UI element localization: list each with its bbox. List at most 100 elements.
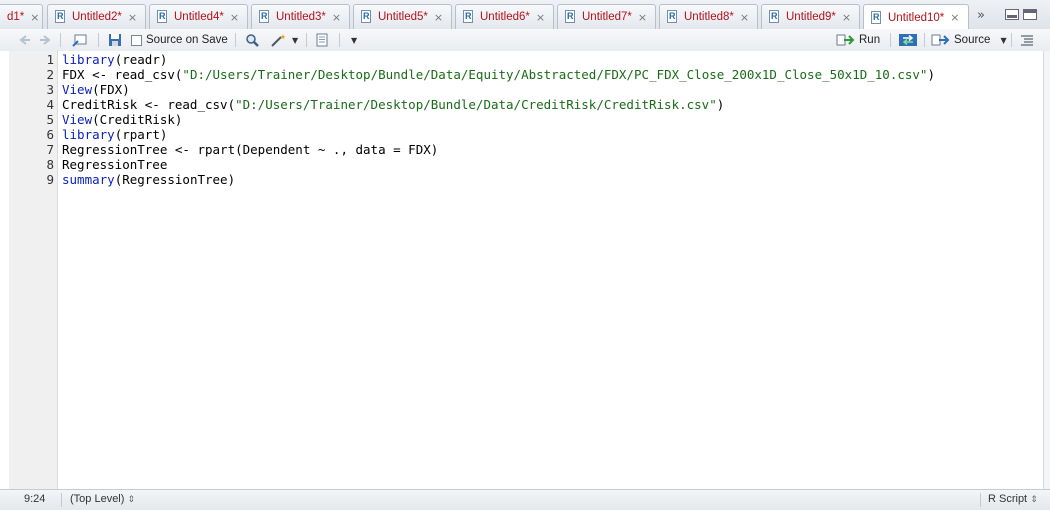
language-label: R Script <box>988 493 1028 505</box>
tab-close-icon[interactable]: × <box>128 11 137 24</box>
tab-close-icon[interactable]: × <box>536 11 545 24</box>
tab-untitled8[interactable]: R Untitled8* × <box>659 4 758 29</box>
tab-untitled4[interactable]: R Untitled4* × <box>149 4 248 29</box>
tab-label: d1* <box>7 11 25 23</box>
toolbar-separator <box>235 33 236 47</box>
code-line[interactable]: View(CreditRisk) <box>62 112 182 127</box>
tab-close-icon[interactable]: × <box>950 11 959 24</box>
status-separator <box>980 493 981 507</box>
tab-untitled5[interactable]: R Untitled5* × <box>353 4 452 29</box>
toolbar-separator <box>98 33 99 47</box>
code-line[interactable]: CreditRisk <- read_csv("D:/Users/Trainer… <box>62 97 724 112</box>
status-bar: 9:24 (Top Level) ⇕ R Script ⇕ <box>0 489 1050 510</box>
updown-arrow-icon: ⇕ <box>1030 495 1038 505</box>
forward-arrow-icon[interactable] <box>38 32 52 48</box>
line-number: 2 <box>46 67 54 82</box>
save-icon[interactable] <box>108 32 122 48</box>
rerun-icon[interactable] <box>898 32 918 48</box>
tab-bar: d1* × R Untitled2* × R Untitled4* × R Un… <box>0 0 1050 30</box>
code-line[interactable]: RegressionTree <box>62 157 167 172</box>
source-dropdown-arrow-icon[interactable]: ▼ <box>1000 36 1006 45</box>
r-file-icon: R <box>769 10 779 23</box>
run-label: Run <box>859 34 881 46</box>
source-on-save-checkbox[interactable]: Source on Save <box>131 32 228 48</box>
r-file-icon: R <box>361 10 371 23</box>
code-line[interactable]: summary(RegressionTree) <box>62 172 235 187</box>
r-file-icon: R <box>463 10 473 23</box>
language-selector[interactable]: R Script ⇕ <box>988 493 1038 505</box>
tab-label: Untitled2* <box>72 11 122 23</box>
toolbar-separator <box>1011 33 1012 47</box>
line-number: 4 <box>46 97 54 112</box>
line-number: 8 <box>46 157 54 172</box>
toolbar-separator <box>60 33 61 47</box>
r-file-icon: R <box>157 10 167 23</box>
tab-label: Untitled4* <box>174 11 224 23</box>
tab-close-icon[interactable]: × <box>638 11 647 24</box>
line-number: 6 <box>46 127 54 142</box>
tab-untitled3[interactable]: R Untitled3* × <box>251 4 350 29</box>
document-outline-icon[interactable] <box>1020 32 1034 48</box>
line-number-gutter: 1 2 3 4 5 6 7 8 9 <box>9 51 58 489</box>
tab-untitled10[interactable]: R Untitled10* × <box>863 4 969 29</box>
tab-close-icon[interactable]: × <box>434 11 443 24</box>
dropdown-arrow-icon[interactable]: ▼ <box>292 36 298 45</box>
line-number: 1 <box>46 52 54 67</box>
minimize-icon[interactable] <box>1005 9 1019 20</box>
tab-close-icon[interactable]: × <box>30 11 39 24</box>
code-line[interactable]: library(rpart) <box>62 127 167 142</box>
code-line[interactable]: View(FDX) <box>62 82 130 97</box>
toolbar-separator <box>924 33 925 47</box>
tab-label: Untitled3* <box>276 11 326 23</box>
compile-report-icon[interactable] <box>315 32 329 48</box>
tab-untitled9[interactable]: R Untitled9* × <box>761 4 860 29</box>
more-tabs-icon[interactable]: » <box>977 8 985 23</box>
tab-label: Untitled9* <box>786 11 836 23</box>
scope-selector[interactable]: (Top Level) ⇕ <box>70 493 135 505</box>
line-number: 5 <box>46 112 54 127</box>
tab-label: Untitled5* <box>378 11 428 23</box>
updown-arrow-icon: ⇕ <box>127 495 136 505</box>
source-button[interactable]: Source ▼ <box>931 32 1007 48</box>
maximize-icon[interactable] <box>1023 9 1037 20</box>
run-button[interactable]: Run <box>836 32 880 48</box>
show-in-window-icon[interactable] <box>72 32 88 48</box>
magic-wand-icon[interactable]: ▼ <box>270 32 298 48</box>
code-line[interactable]: library(readr) <box>62 52 167 67</box>
toolbar-separator <box>339 33 340 47</box>
r-file-icon: R <box>565 10 575 23</box>
toolbar-separator <box>306 33 307 47</box>
cursor-position: 9:24 <box>24 493 46 505</box>
vertical-scrollbar[interactable] <box>1043 51 1050 489</box>
line-number: 3 <box>46 82 54 97</box>
tab-close-icon[interactable]: × <box>332 11 341 24</box>
code-line[interactable]: RegressionTree <- rpart(Dependent ~ ., d… <box>62 142 438 157</box>
more-options-dropdown-icon[interactable]: ▼ <box>351 32 357 48</box>
search-icon[interactable] <box>245 32 260 48</box>
tab-close-icon[interactable]: × <box>230 11 239 24</box>
tab-close-icon[interactable]: × <box>740 11 749 24</box>
tab-untitled2[interactable]: R Untitled2* × <box>47 4 146 29</box>
checkbox-box[interactable] <box>131 34 142 46</box>
editor-toolbar: Source on Save ▼ ▼ Run Source ▼ <box>0 29 1050 52</box>
r-file-icon: R <box>259 10 269 23</box>
r-file-icon: R <box>55 10 65 23</box>
line-number: 7 <box>46 142 54 157</box>
status-separator <box>61 493 62 507</box>
source-on-save-label: Source on Save <box>146 34 228 46</box>
tab-label: Untitled6* <box>480 11 530 23</box>
tab-label: Untitled10* <box>888 11 945 24</box>
r-file-icon: R <box>667 10 677 23</box>
tab-untitled7[interactable]: R Untitled7* × <box>557 4 656 29</box>
back-arrow-icon[interactable] <box>18 32 32 48</box>
r-file-icon: R <box>871 10 881 24</box>
tab-label: Untitled7* <box>582 11 632 23</box>
source-label: Source <box>954 34 991 46</box>
tab-d1[interactable]: d1* × <box>0 4 43 29</box>
scope-label: (Top Level) <box>70 493 125 505</box>
code-line[interactable]: FDX <- read_csv("D:/Users/Trainer/Deskto… <box>62 67 935 82</box>
tab-close-icon[interactable]: × <box>842 11 851 24</box>
tab-label: Untitled8* <box>684 11 734 23</box>
code-editor[interactable] <box>58 51 1043 489</box>
tab-untitled6[interactable]: R Untitled6* × <box>455 4 554 29</box>
